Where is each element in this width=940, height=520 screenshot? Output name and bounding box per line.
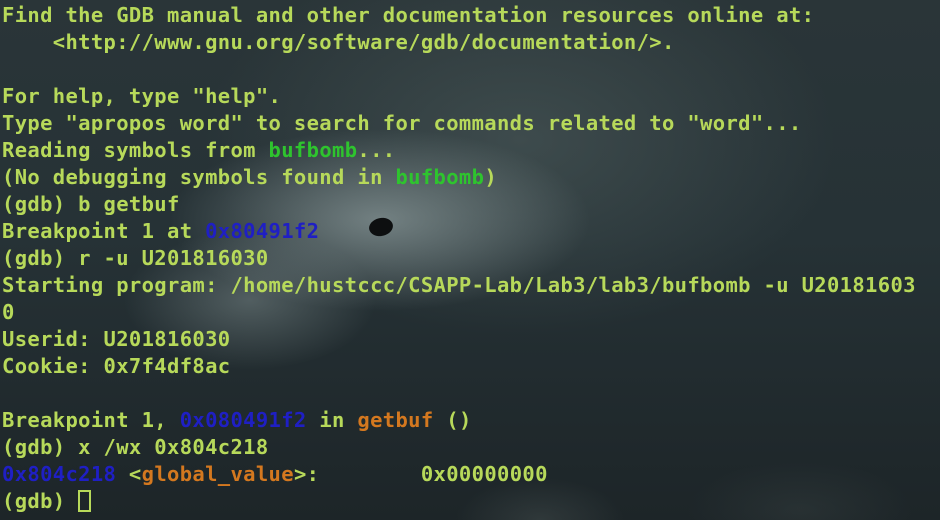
terminal-line: Userid: U201816030 [2,326,940,353]
terminal-text-segment: bufbomb [395,165,485,189]
terminal-line: (gdb) [2,488,940,515]
terminal-text-segment: ... [357,138,396,162]
terminal-line: For help, type "help". [2,83,940,110]
terminal-text-segment: Breakpoint 1 at [2,219,206,243]
terminal-text-segment: (gdb) x /wx 0x804c218 [2,435,269,459]
terminal-text-segment: (gdb) b getbuf [2,192,180,216]
terminal-line: 0 [2,299,940,326]
terminal-line: (No debugging symbols found in bufbomb) [2,164,940,191]
terminal-text-segment: () [433,408,472,432]
terminal-text-segment: Reading symbols from [2,138,269,162]
terminal-line: (gdb) b getbuf [2,191,940,218]
terminal-text-segment: (No debugging symbols found in [2,165,396,189]
terminal-window[interactable]: Find the GDB manual and other documentat… [0,0,940,520]
terminal-text-segment: Type "apropos word" to search for comman… [2,111,802,135]
terminal-line: <http://www.gnu.org/software/gdb/documen… [2,29,940,56]
terminal-text-segment: ) [484,165,498,189]
terminal-text-segment: (gdb) [2,489,79,513]
terminal-text-segment: 0x80491f2 [205,219,320,243]
terminal-text-segment: global_value [141,462,294,486]
terminal-text-segment: Breakpoint 1, [2,408,180,432]
terminal-text-segment: 0x080491f2 [179,408,307,432]
terminal-line: Breakpoint 1, 0x080491f2 in getbuf () [2,407,940,434]
terminal-text-segment: in [306,408,358,432]
terminal-line: Find the GDB manual and other documentat… [2,2,940,29]
terminal-text-segment: 0x804c218 [2,462,117,486]
terminal-text-segment: For help, type "help". [2,84,282,108]
terminal-text-segment: Cookie: 0x7f4df8ac [2,354,231,378]
terminal-output: Find the GDB manual and other documentat… [2,2,940,515]
terminal-text-segment: bufbomb [268,138,358,162]
terminal-line: Starting program: /home/hustccc/CSAPP-La… [2,272,940,299]
terminal-text-segment: < [116,462,142,486]
terminal-text-segment: Userid: U201816030 [2,327,231,351]
terminal-text-segment: 0 [2,300,15,324]
terminal-line: (gdb) r -u U201816030 [2,245,940,272]
terminal-text-segment: (gdb) r -u U201816030 [2,246,269,270]
terminal-line: Type "apropos word" to search for comman… [2,110,940,137]
terminal-text-segment: >: 0x00000000 [293,462,548,486]
terminal-line: Breakpoint 1 at 0x80491f2 [2,218,940,245]
terminal-text-segment: Starting program: /home/hustccc/CSAPP-La… [2,273,916,297]
cursor-block[interactable] [78,490,92,512]
terminal-line: Cookie: 0x7f4df8ac [2,353,940,380]
terminal-text-segment: Find the GDB manual and other documentat… [2,3,815,27]
terminal-text-segment: getbuf [357,408,434,432]
terminal-line: Reading symbols from bufbomb... [2,137,940,164]
terminal-text-segment: <http://www.gnu.org/software/gdb/documen… [2,30,675,54]
terminal-line: (gdb) x /wx 0x804c218 [2,434,940,461]
terminal-line: 0x804c218 <global_value>: 0x00000000 [2,461,940,488]
